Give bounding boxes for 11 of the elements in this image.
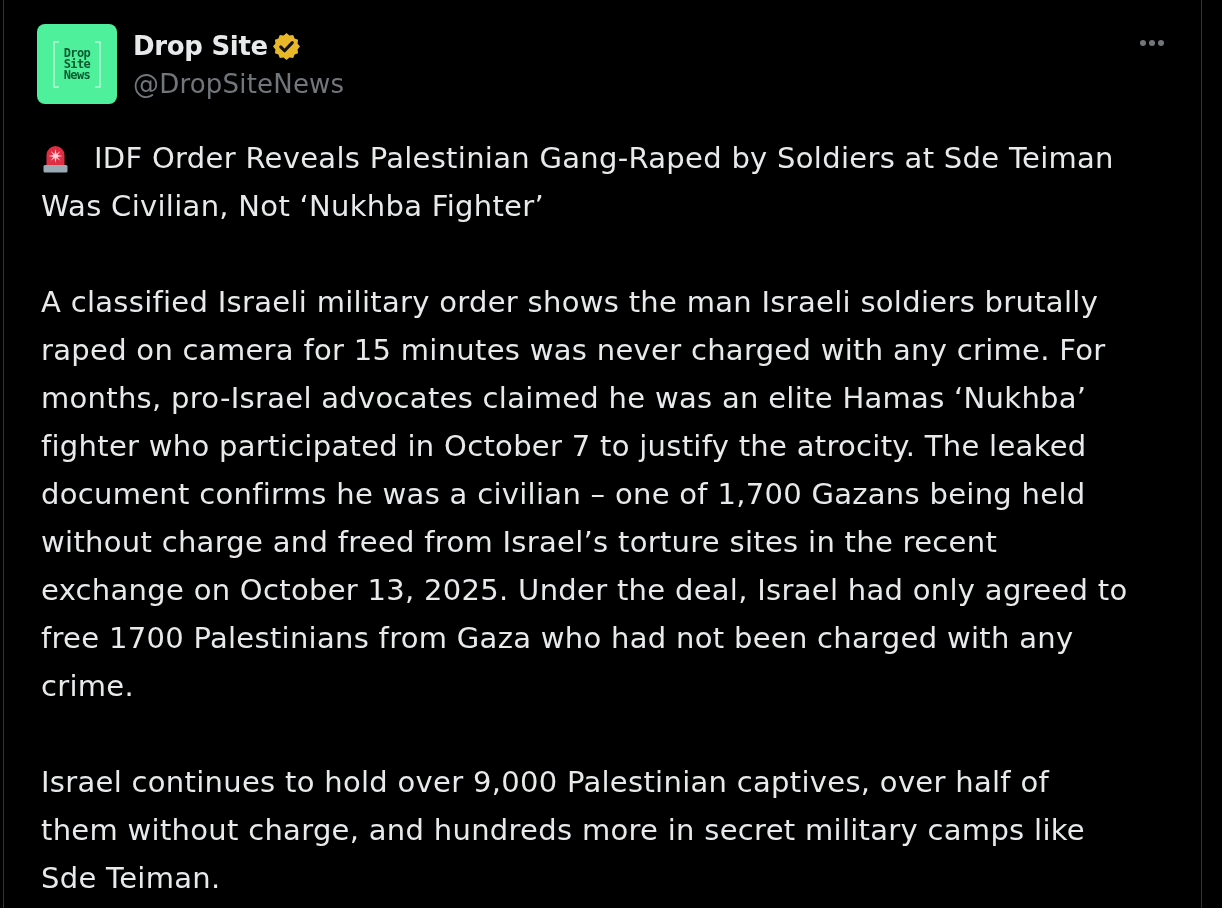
siren-icon	[43, 143, 68, 173]
author-name[interactable]: Drop Site	[133, 31, 268, 61]
headline-text: Was Civilian, Not ‘Nukhba Fighter’	[41, 189, 544, 223]
logo-text: Drop Site News	[63, 47, 91, 81]
bracket-frame-icon	[53, 41, 101, 88]
avatar[interactable]: Drop Site News	[37, 24, 117, 104]
headline-text: IDF Order Reveals Palestinian Gang-Raped by Soldiers at Sde Teiman	[94, 140, 1114, 177]
post-paragraph: A classified Israeli military order shows the man Israeli soldiers brutally raped on camera for 15 minutes was never charged with any crime. For months, pro-Israel advocates claimed he was an elite Hamas ‘Nukhba’ fighter who participated in October 7 to justify the atrocity. The leaked document confirms he was a civilian – one of 1,700 Gazans being held without charge and freed from Israel’s torture sites in the recent exchange on October 13, 2025. Under the deal, Israel had only agreed to free 1700 Palestinians from Gaza who had not been charged with any crime.	[41, 285, 1128, 703]
more-icon[interactable]	[1139, 39, 1165, 47]
post-paragraph: Israel continues to hold over 9,000 Palestinian captives, over half of them without charge, and hundreds more in secret military camps like Sde Teiman.	[41, 765, 1085, 895]
author-handle[interactable]: @DropSiteNews	[133, 66, 345, 102]
